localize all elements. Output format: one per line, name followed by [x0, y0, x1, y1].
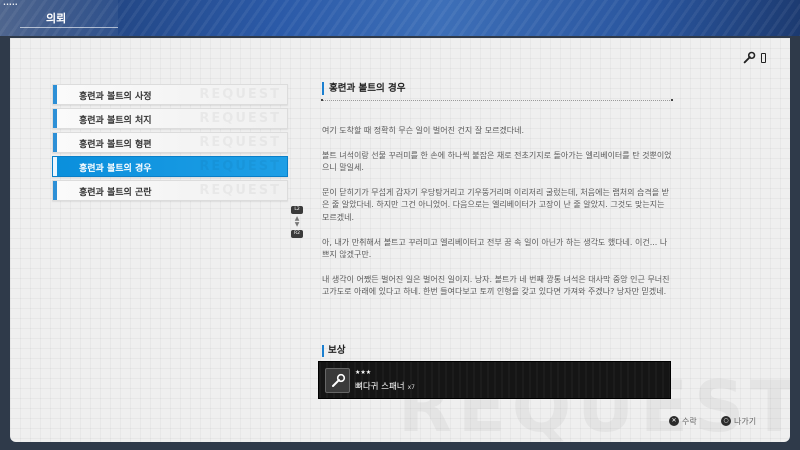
- accept-label: 수락: [682, 416, 697, 426]
- page-title: 의뢰: [46, 12, 67, 25]
- quest-item-label: 홍련과 볼트의 처지: [79, 116, 152, 126]
- reward-quantity: x7: [407, 384, 415, 391]
- quest-item[interactable]: REQUEST 홍련과 볼트의 사정: [52, 84, 288, 105]
- reward-rarity-stars: ★★★: [355, 369, 372, 376]
- quest-item-ghost-text: REQUEST: [199, 111, 281, 126]
- reward-item-name: 뼈다귀 스패너 x7: [355, 380, 415, 392]
- description-paragraph: 내 생각이 어쨌든 벌어진 일은 벌어진 일이지. 낭자. 볼트가 네 번째 깡…: [322, 274, 670, 297]
- quest-description: 여기 도착할 때 정확히 무슨 일이 벌어진 건지 잘 모르겠다네. 볼트 녀석…: [322, 125, 672, 299]
- top-header: ••••• 의뢰: [0, 0, 800, 36]
- description-paragraph: 아, 내가 만취해서 볼트고 꾸러미고 엘리베이터고 전부 꿈 속 일이 아닌가…: [322, 237, 668, 260]
- quest-item-ghost-text: REQUEST: [199, 183, 281, 198]
- phone-icon: [761, 53, 766, 63]
- top-right-icons: [742, 51, 766, 65]
- quest-item-label: 홍련과 볼트의 곤란: [79, 188, 152, 198]
- description-paragraph: 문이 닫히기가 무섭게 갑자기 우당탕거리고 기우뚱거리며 이리저리 굴렀는데,…: [322, 188, 669, 222]
- quest-item-label: 홍련과 볼트의 경우: [79, 164, 152, 174]
- quest-item-label: 홍련과 볼트의 사정: [79, 92, 152, 102]
- header-underline: [20, 27, 118, 28]
- detail-divider: [321, 99, 673, 101]
- request-panel: REQUEST REQUEST 홍련과 볼트의 사정 REQUEST 홍련과 볼…: [10, 38, 790, 442]
- description-paragraph: 여기 도착할 때 정확히 무슨 일이 벌어진 건지 잘 모르겠다네.: [322, 126, 525, 135]
- quest-item-label: 홍련과 볼트의 형편: [79, 140, 152, 150]
- r2-button[interactable]: R2: [291, 230, 303, 238]
- detail-title: 홍련과 볼트의 경우: [322, 82, 672, 95]
- list-scroll-control: L2 ▲ ▼ R2: [291, 206, 303, 238]
- back-button[interactable]: ○ 나가기: [721, 414, 756, 428]
- l2-button[interactable]: L2: [291, 206, 303, 214]
- status-indicator: •••••: [3, 2, 18, 8]
- quest-item-ghost-text: REQUEST: [199, 87, 281, 102]
- accept-button[interactable]: ✕ 수락: [669, 414, 697, 428]
- quest-item-ghost-text: REQUEST: [199, 159, 281, 174]
- wrench-icon: [325, 368, 350, 393]
- reward-heading: 보상: [322, 345, 345, 357]
- quest-detail: 홍련과 볼트의 경우 여기 도착할 때 정확히 무슨 일이 벌어진 건지 잘 모…: [318, 82, 673, 399]
- quest-item-ghost-text: REQUEST: [199, 135, 281, 150]
- cross-button-icon: ✕: [669, 416, 679, 426]
- back-label: 나가기: [734, 416, 757, 426]
- quest-item-selected[interactable]: REQUEST 홍련과 볼트의 경우: [52, 156, 288, 177]
- circle-button-icon: ○: [721, 416, 731, 426]
- scroll-arrows-icon: ▲ ▼: [294, 215, 300, 228]
- reward-item[interactable]: ★★★ 뼈다귀 스패너 x7: [318, 361, 671, 399]
- reward-item-name-text: 뼈다귀 스패너: [355, 382, 405, 392]
- quest-list: REQUEST 홍련과 볼트의 사정 REQUEST 홍련과 볼트의 처지 RE…: [52, 84, 288, 204]
- quest-item[interactable]: REQUEST 홍련과 볼트의 처지: [52, 108, 288, 129]
- quest-item[interactable]: REQUEST 홍련과 볼트의 곤란: [52, 180, 288, 201]
- wrench-icon: [743, 51, 756, 64]
- quest-item[interactable]: REQUEST 홍련과 볼트의 형편: [52, 132, 288, 153]
- description-paragraph: 볼트 녀석이랑 선물 꾸러미를 한 손에 하나씩 붙잡은 채로 전초기지로 돌아…: [322, 150, 672, 173]
